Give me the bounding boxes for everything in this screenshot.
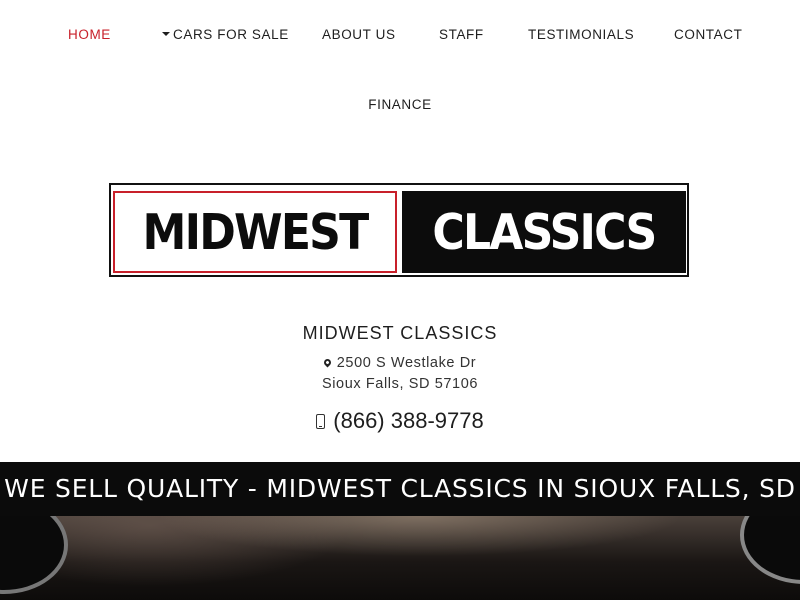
nav-item-testimonials[interactable]: TESTIMONIALS: [528, 27, 634, 42]
map-marker-icon: [322, 357, 333, 368]
main-navigation: HOME CARS FOR SALE ABOUT US STAFF TESTIM…: [0, 0, 800, 140]
nav-item-staff[interactable]: STAFF: [439, 27, 484, 42]
phone-number-text: (866) 388-9778: [333, 408, 484, 433]
nav-item-contact[interactable]: CONTACT: [674, 27, 742, 42]
nav-item-label: CARS FOR SALE: [173, 27, 289, 42]
logo-right-box: CLASSICS: [402, 191, 686, 273]
logo-word-midwest: MIDWEST: [142, 203, 370, 261]
address-street: 2500 S Westlake Dr: [336, 355, 477, 371]
address-line-1[interactable]: 2500 S Westlake Dr: [0, 355, 800, 371]
headline-banner: WE SELL QUALITY - MIDWEST CLASSICS IN SI…: [0, 462, 800, 516]
logo-left-box: MIDWEST: [113, 191, 397, 273]
nav-item-about-us[interactable]: ABOUT US: [322, 27, 396, 42]
nav-item-cars-for-sale[interactable]: CARS FOR SALE: [162, 27, 289, 42]
site-logo[interactable]: MIDWEST CLASSICS: [109, 183, 689, 277]
car-tire-right: [740, 516, 800, 584]
caret-down-icon: [162, 32, 170, 36]
address-line-2[interactable]: Sioux Falls, SD 57106: [0, 376, 800, 392]
business-name: MIDWEST CLASSICS: [302, 323, 498, 343]
nav-item-home[interactable]: HOME: [68, 27, 111, 42]
logo-word-classics: CLASSICS: [432, 203, 657, 261]
nav-item-finance[interactable]: FINANCE: [0, 97, 800, 112]
hero-image: [0, 516, 800, 600]
mobile-phone-icon: [316, 414, 326, 429]
car-tire-left: [0, 516, 68, 594]
phone-number[interactable]: (866) 388-9778: [0, 408, 800, 434]
